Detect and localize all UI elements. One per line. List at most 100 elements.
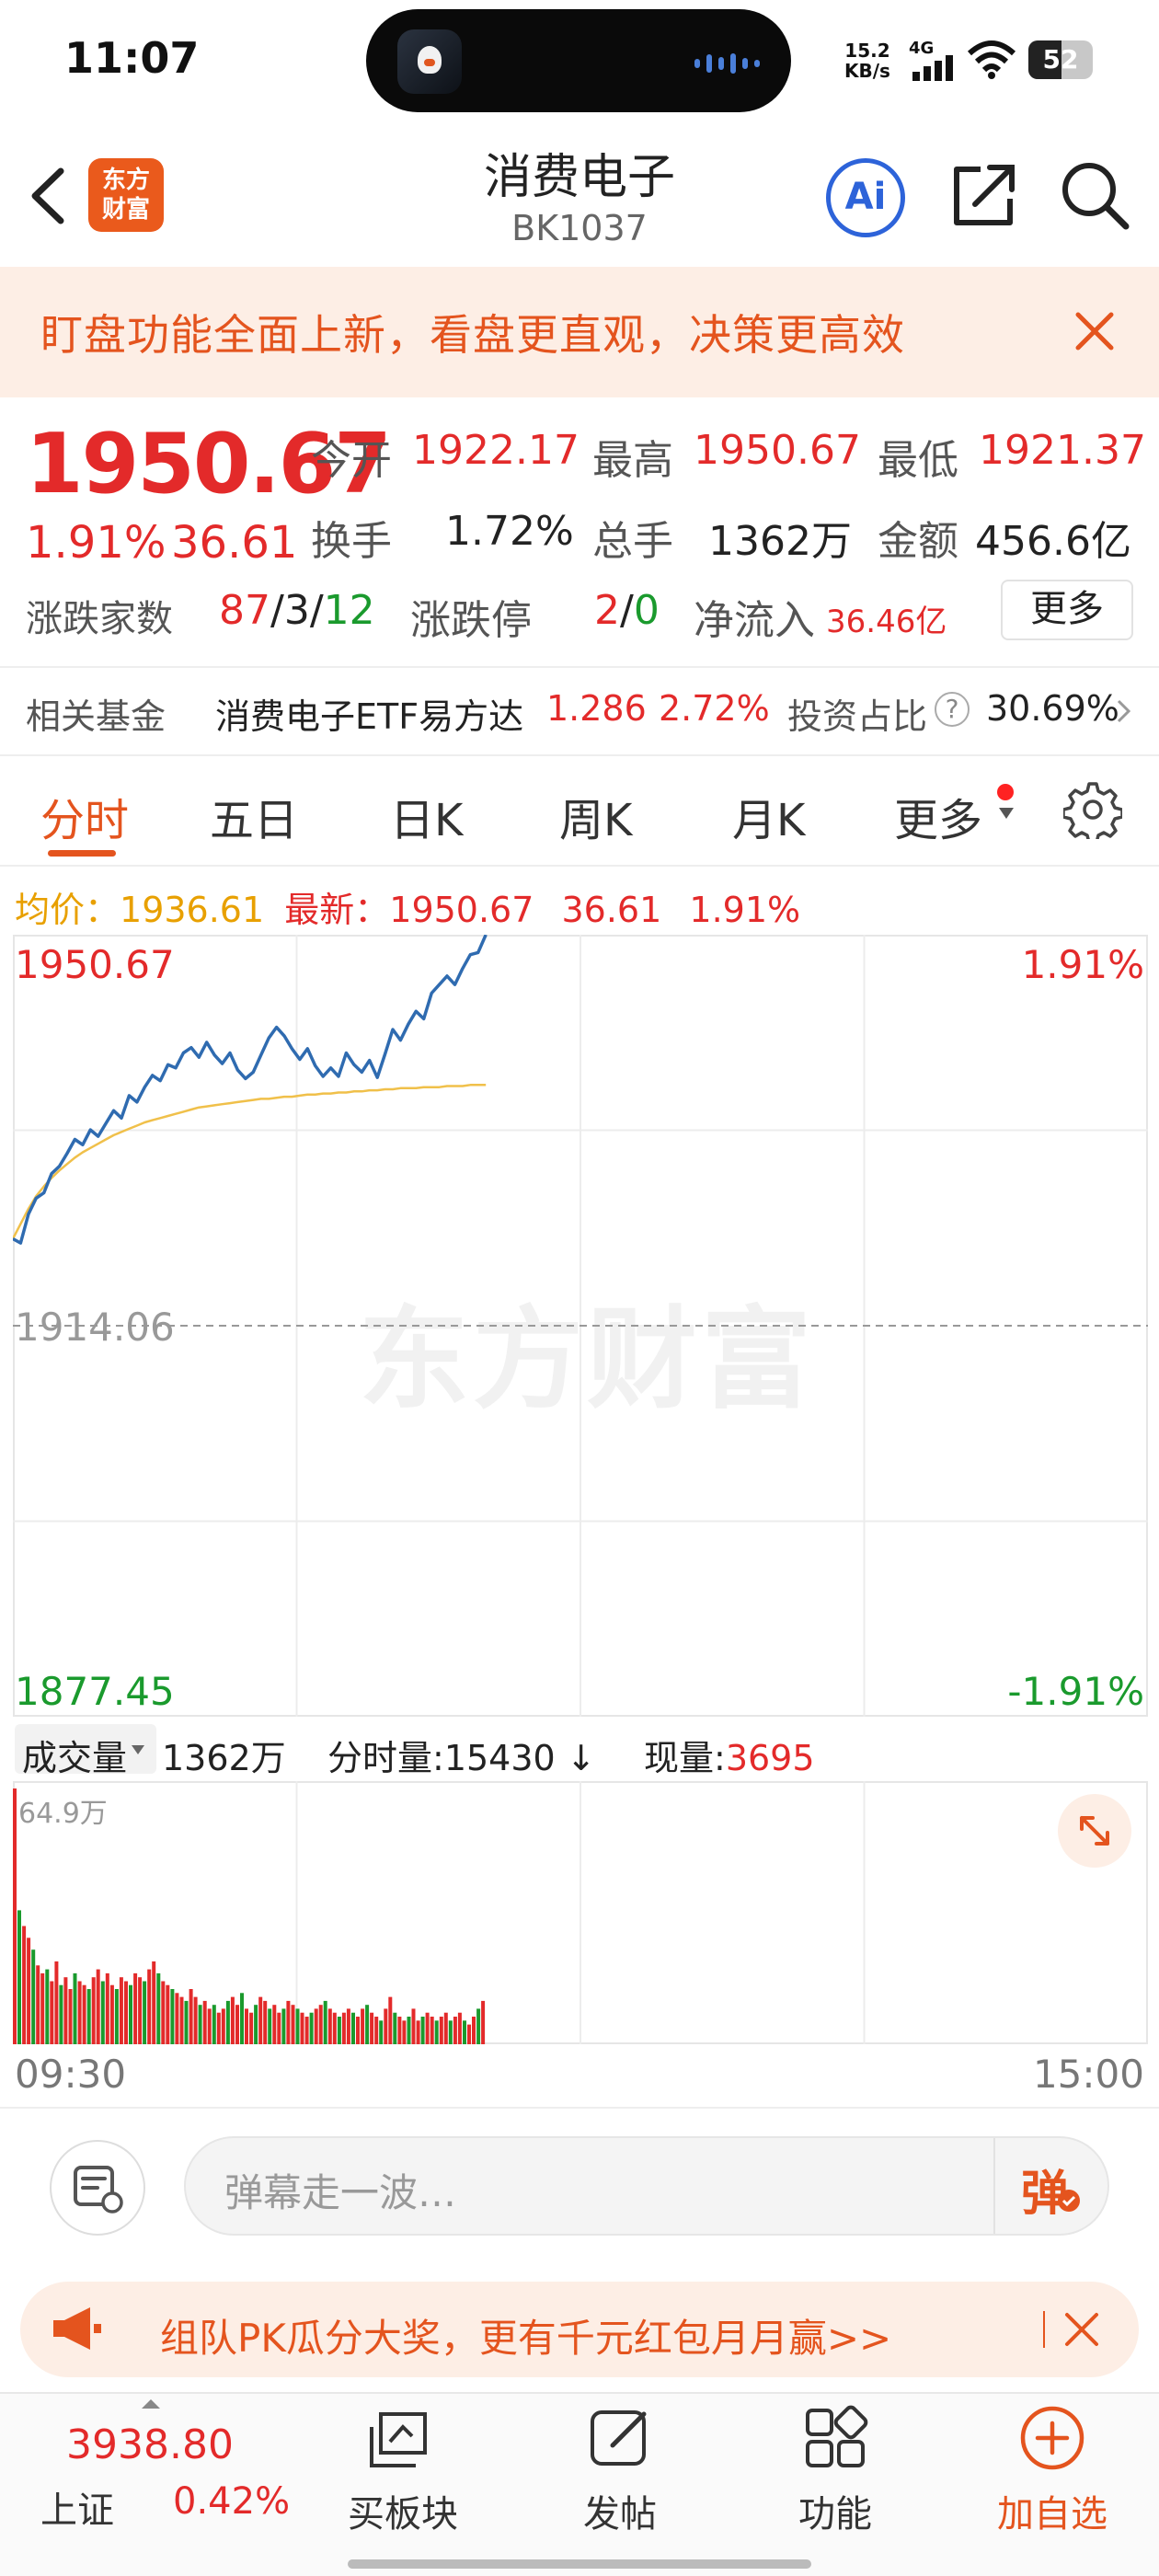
close-icon[interactable] (1063, 2311, 1100, 2348)
audio-wave-icon (694, 53, 760, 74)
volume-bar (448, 2020, 453, 2044)
comment-list-button[interactable] (50, 2140, 145, 2236)
dynamic-island[interactable] (366, 9, 791, 112)
volume-bar (318, 2005, 323, 2044)
tab-five-day[interactable]: 五日 (210, 784, 298, 848)
volume-bar (295, 2008, 300, 2044)
volume-bar (453, 2017, 457, 2044)
volume-bar (105, 1972, 109, 2044)
index-name: 上证 (40, 2490, 114, 2532)
volume-bar (281, 2008, 286, 2044)
divider (0, 666, 1159, 668)
home-indicator[interactable] (348, 2559, 811, 2569)
amount-value: 456.6亿 (975, 518, 1131, 565)
volume-bar (416, 2020, 420, 2044)
post-icon[interactable] (585, 2403, 655, 2473)
volume-bar (86, 1989, 91, 2044)
signal-icon (912, 55, 953, 81)
nav-buy-sector[interactable]: 买板块 (320, 2484, 486, 2537)
change-value: 36.61 (171, 517, 298, 569)
volume-bar (179, 1996, 184, 2044)
breadth-label: 涨跌家数 (26, 598, 173, 640)
volume-bar (147, 1969, 152, 2044)
volume-bar (425, 2012, 430, 2044)
dropdown-icon[interactable] (997, 806, 1016, 821)
ai-button[interactable]: Ai (826, 158, 905, 237)
nav-add-watchlist[interactable]: 加自选 (970, 2484, 1135, 2537)
volume-bar (152, 1961, 156, 2044)
fund-name[interactable]: 消费电子ETF易方达 (215, 688, 523, 739)
tab-intraday[interactable]: 分时 (40, 784, 129, 848)
volume-bar (82, 1984, 86, 2044)
volume-bar (202, 2000, 207, 2044)
volume-bar (96, 1969, 100, 2044)
volume-bar (166, 1984, 170, 2044)
volume-bar (393, 2012, 397, 2044)
divider (0, 865, 1159, 867)
intraday-chart[interactable] (13, 935, 1148, 1717)
volume-bar (443, 2012, 448, 2044)
add-watchlist-icon[interactable] (1017, 2403, 1087, 2473)
volume-bar (45, 1969, 50, 2044)
volume-bar (189, 1989, 193, 2044)
volume-bar (332, 2012, 337, 2044)
y-axis-bottom: 1877.45 (15, 1669, 175, 1714)
status-time: 11:07 (64, 33, 200, 83)
volume-bar (109, 1984, 114, 2044)
volume-chart[interactable] (13, 1781, 1148, 2044)
notification-dot (997, 784, 1014, 800)
divider (0, 754, 1159, 756)
volume-bar (225, 2000, 230, 2044)
low-value: 1921.37 (979, 427, 1146, 474)
buy-sector-icon[interactable] (362, 2405, 440, 2475)
volume-bar (286, 2000, 291, 2044)
close-icon[interactable] (1069, 305, 1120, 357)
tab-more[interactable]: 更多 (894, 784, 982, 848)
nav-post[interactable]: 发帖 (537, 2484, 703, 2537)
volume-bar (361, 2008, 365, 2044)
volume-value: 1362万 (708, 518, 852, 565)
tab-monthly-k[interactable]: 月K (732, 784, 805, 848)
index-value[interactable]: 3938.80 (66, 2421, 234, 2468)
netflow-value: 36.46亿 (826, 604, 947, 640)
expand-button[interactable] (1058, 1794, 1131, 1868)
volume-bar (59, 1984, 63, 2044)
volume-bar (268, 2008, 272, 2044)
chevron-right-icon[interactable] (1115, 697, 1133, 725)
volume-bar (384, 2008, 388, 2044)
volume-bar (337, 2017, 341, 2044)
wifi-icon (967, 40, 1016, 79)
volume-bar (463, 2020, 466, 2044)
volume-bar (379, 2020, 384, 2044)
tab-weekly-k[interactable]: 周K (559, 784, 632, 848)
search-icon[interactable] (1058, 158, 1131, 232)
volume-bar (175, 1993, 179, 2044)
volume-bar (119, 1977, 123, 2044)
gear-icon[interactable] (1063, 780, 1122, 839)
volume-bar (341, 2012, 346, 2044)
share-icon[interactable] (947, 158, 1021, 232)
volume-bar (73, 1972, 77, 2044)
volume-bar (198, 2005, 202, 2044)
banner-text: 盯盘功能全面上新，看盘更直观，决策更高效 (40, 310, 905, 360)
volume-bar (77, 1981, 82, 2044)
nav-functions[interactable]: 功能 (752, 2484, 918, 2537)
volume-bar (323, 2000, 327, 2044)
help-icon[interactable]: ? (935, 692, 970, 727)
more-button[interactable]: 更多 (1001, 580, 1133, 640)
fund-percent: 2.72% (659, 688, 770, 729)
volume-bar (467, 2024, 471, 2044)
tab-daily-k[interactable]: 日K (390, 784, 463, 848)
volume-bar (304, 2017, 309, 2044)
series-line-average (13, 1083, 487, 1240)
volume-bar (68, 1989, 73, 2044)
volume-bar (240, 1993, 244, 2044)
breadth-values: 87/3/12 (219, 587, 375, 634)
volume-bar (161, 1981, 166, 2044)
price-summary-row: 均价：1936.61 最新：1950.67 36.61 1.91% (15, 890, 801, 930)
functions-icon[interactable] (800, 2403, 870, 2473)
volume-bar (314, 2008, 318, 2044)
volume-bar (221, 2008, 225, 2044)
volume-bar (420, 2017, 425, 2044)
time-start: 09:30 (15, 2052, 127, 2097)
